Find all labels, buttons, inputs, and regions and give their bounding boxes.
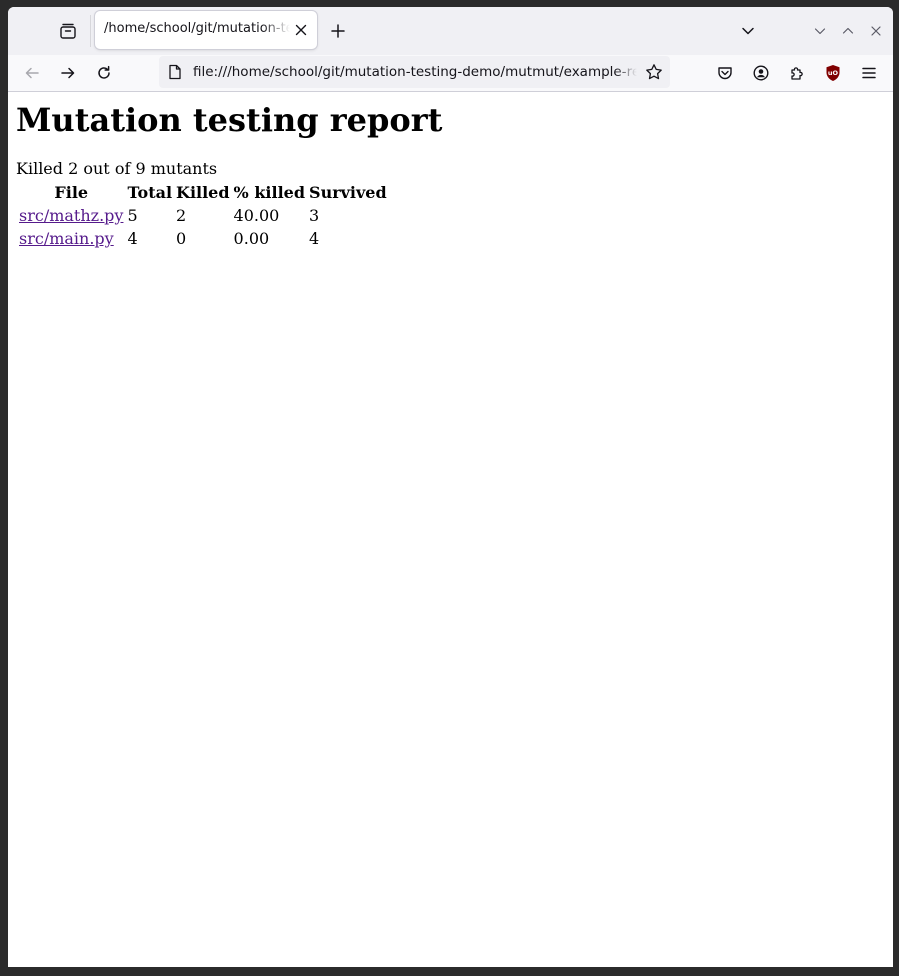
tab-separator — [90, 15, 91, 47]
hamburger-menu-icon — [861, 65, 877, 81]
new-tab-button[interactable] — [326, 19, 350, 43]
summary-text: Killed 2 out of 9 mutants — [16, 159, 218, 178]
column-header-survived: Survived — [309, 183, 387, 202]
url-text[interactable]: file:///home/school/git/mutation-testing… — [193, 64, 637, 80]
chevron-down-icon — [741, 24, 755, 38]
table-row: src/main.py 4 0 0.00 4 — [18, 228, 388, 249]
svg-text:uO: uO — [828, 69, 839, 77]
extensions-button[interactable] — [783, 59, 811, 87]
back-button[interactable] — [18, 59, 46, 87]
killed-cell: 2 — [176, 206, 187, 225]
close-icon[interactable] — [293, 22, 309, 38]
file-link[interactable]: src/mathz.py — [19, 206, 123, 225]
ublock-origin-button[interactable]: uO — [819, 59, 847, 87]
file-link[interactable]: src/main.py — [19, 229, 114, 248]
firefox-view-icon[interactable] — [54, 17, 82, 45]
report-table: File Total Killed % killed Survived src/… — [16, 180, 390, 251]
plus-icon — [331, 24, 345, 38]
pocket-button[interactable] — [711, 59, 739, 87]
file-cell: src/main.py — [18, 228, 124, 249]
back-arrow-icon — [24, 65, 40, 81]
file-cell: src/mathz.py — [18, 205, 124, 226]
column-header-total: Total — [127, 183, 173, 202]
minimize-icon[interactable] — [810, 21, 830, 41]
puzzle-icon — [789, 65, 805, 81]
ublock-origin-icon: uO — [825, 64, 841, 82]
account-button[interactable] — [747, 59, 775, 87]
maximize-icon[interactable] — [838, 21, 858, 41]
reload-icon — [96, 65, 112, 81]
forward-button[interactable] — [54, 59, 82, 87]
survived-cell: 3 — [309, 206, 320, 225]
killed-cell: 0 — [176, 229, 187, 248]
page-content: Mutation testing report Killed 2 out of … — [8, 92, 893, 967]
pct-killed-cell: 40.00 — [233, 206, 280, 225]
tab-active[interactable]: /home/school/git/mutation-testing-demo/m… — [95, 11, 317, 49]
total-cell: 5 — [127, 206, 138, 225]
table-header-row: File Total Killed % killed Survived — [18, 182, 388, 203]
navigation-toolbar: file:///home/school/git/mutation-testing… — [8, 55, 893, 92]
pocket-icon — [717, 65, 733, 81]
list-all-tabs-button[interactable] — [736, 19, 760, 43]
total-cell: 4 — [127, 229, 138, 248]
account-icon — [753, 65, 769, 81]
file-page-icon[interactable] — [167, 64, 183, 80]
column-header-killed: Killed — [176, 183, 230, 202]
forward-arrow-icon — [60, 65, 76, 81]
close-window-icon[interactable] — [866, 21, 886, 41]
page-title: Mutation testing report — [16, 101, 443, 139]
star-icon[interactable] — [644, 62, 664, 82]
url-bar[interactable]: file:///home/school/git/mutation-testing… — [159, 56, 670, 88]
browser-window: /home/school/git/mutation-testing-demo/m… — [8, 7, 893, 967]
app-menu-button[interactable] — [855, 59, 883, 87]
column-header-pct-killed: % killed — [233, 183, 306, 202]
survived-cell: 4 — [309, 229, 320, 248]
reload-button[interactable] — [90, 59, 118, 87]
table-row: src/mathz.py 5 2 40.00 3 — [18, 205, 388, 226]
tab-strip: /home/school/git/mutation-testing-demo/m… — [8, 7, 893, 55]
tab-title: /home/school/git/mutation-testing-demo/m… — [104, 21, 290, 36]
pct-killed-cell: 0.00 — [233, 229, 270, 248]
column-header-file: File — [54, 183, 89, 202]
